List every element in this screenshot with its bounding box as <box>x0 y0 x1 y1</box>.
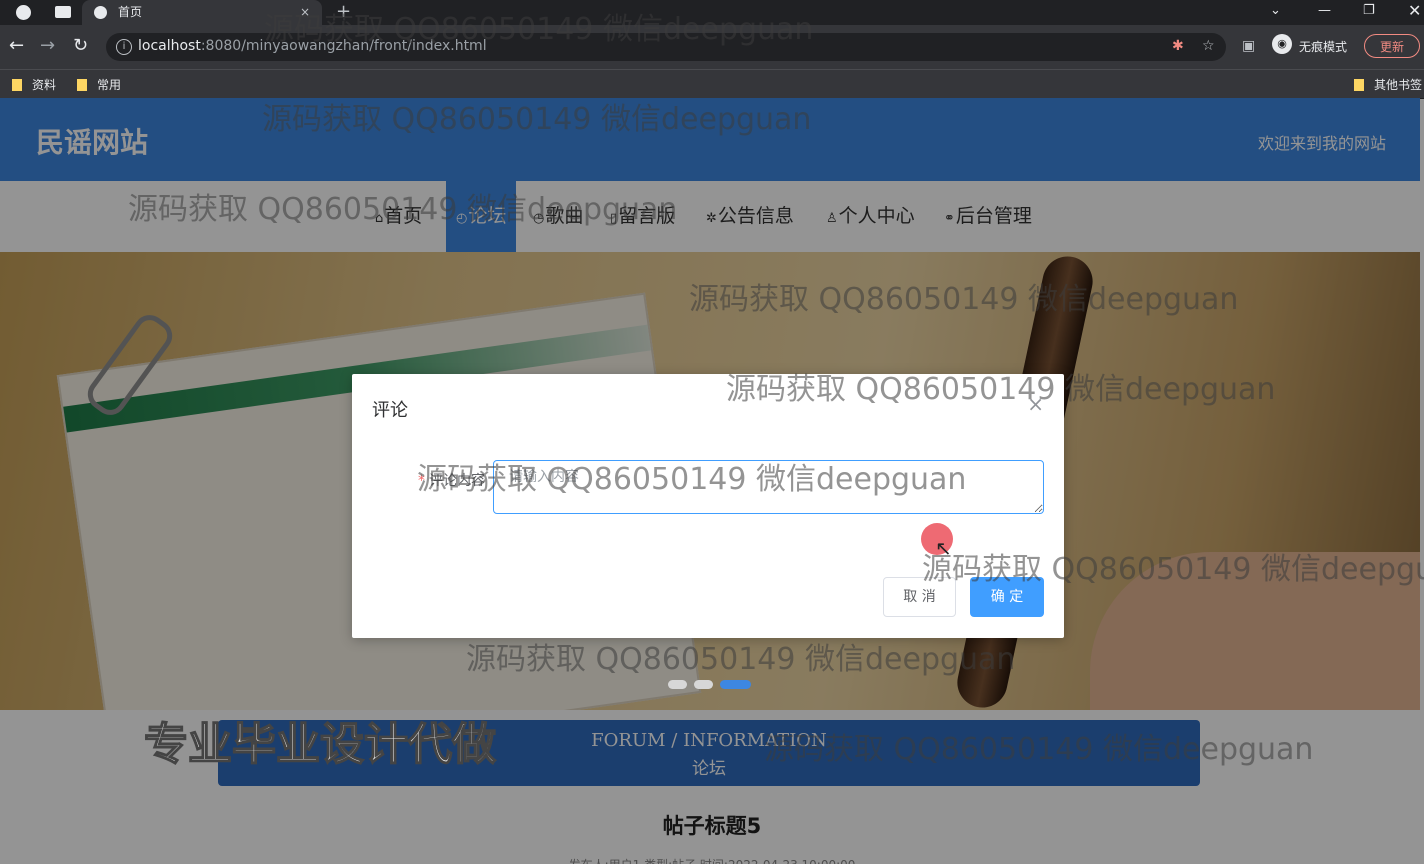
dialog-title: 评论 <box>372 400 408 421</box>
bookmark-folder-other[interactable]: 其他书签 <box>1354 76 1422 93</box>
watermark: 源码获取 QQ86050149 微信deepguan <box>128 192 678 227</box>
comment-dialog: 评论 × *评论内容 取 消 确 定 <box>352 374 1064 638</box>
watermark: 源码获取 QQ86050149 微信deepguan <box>417 462 967 497</box>
blocked-icon[interactable]: ✱ <box>1172 38 1184 54</box>
bookmark-label: 其他书签 <box>1374 78 1423 92</box>
carousel-dot-1[interactable] <box>668 680 687 689</box>
watermark: 源码获取 QQ86050149 微信deepguan <box>726 372 1276 407</box>
update-button[interactable]: 更新 <box>1364 34 1420 58</box>
incognito-label: 无痕模式 <box>1299 40 1348 54</box>
bookmark-label: 资料 <box>32 78 57 92</box>
favicon-icon <box>94 6 107 19</box>
back-button[interactable]: ← <box>9 36 24 56</box>
folder-icon <box>12 79 22 91</box>
bookmark-folder-ziliao[interactable]: 资料 <box>12 76 56 93</box>
folder-icon <box>77 79 87 91</box>
bookmark-folder-changyong[interactable]: 常用 <box>77 76 121 93</box>
folder-icon <box>1354 79 1364 91</box>
side-panel-icon[interactable]: ▣ <box>1242 38 1255 54</box>
forward-button[interactable]: → <box>40 36 55 56</box>
promo-text: 专业毕业设计代做 <box>143 718 497 771</box>
globe-icon <box>16 5 31 20</box>
bookmark-star-icon[interactable]: ☆ <box>1202 38 1215 54</box>
minimize-icon[interactable]: — <box>1318 0 1331 22</box>
tab-list-icon[interactable]: ⌄ <box>1270 0 1281 22</box>
watermark: 源码获取 QQ86050149 微信deepguan <box>922 552 1424 587</box>
close-window-icon[interactable]: ✕ <box>1408 0 1421 22</box>
watermark: 源码获取 QQ86050149 微信deepguan <box>466 642 1016 677</box>
url-host: localhost <box>138 38 201 54</box>
bookmark-label: 常用 <box>97 78 122 92</box>
site-info-icon[interactable]: i <box>116 39 132 55</box>
incognito-icon: ◉ <box>1272 34 1292 54</box>
tab-title: 首页 <box>118 5 143 19</box>
carousel-dot-2[interactable] <box>694 680 713 689</box>
watermark: 源码获取 QQ86050149 微信deepguan <box>262 102 812 137</box>
tab-search-icon[interactable] <box>55 6 71 18</box>
watermark: 源码获取 QQ86050149 微信deepguan <box>264 12 814 47</box>
restore-icon[interactable]: ❐ <box>1363 0 1375 22</box>
watermark: 源码获取 QQ86050149 微信deepguan <box>764 732 1314 767</box>
reload-button[interactable]: ↻ <box>73 36 88 56</box>
carousel-dot-3-active[interactable] <box>720 680 751 689</box>
watermark: 源码获取 QQ86050149 微信deepguan <box>689 282 1239 317</box>
